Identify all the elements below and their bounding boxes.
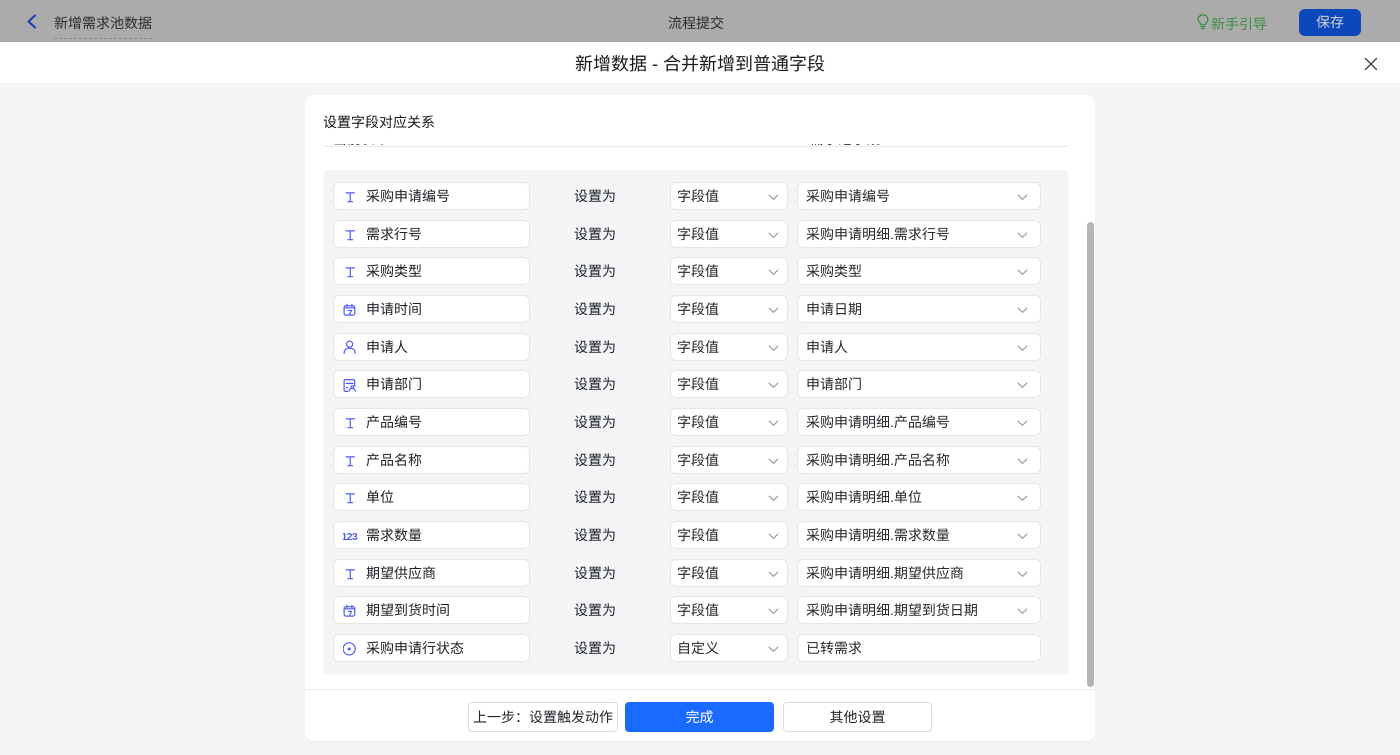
svg-text:123: 123 (343, 532, 358, 543)
